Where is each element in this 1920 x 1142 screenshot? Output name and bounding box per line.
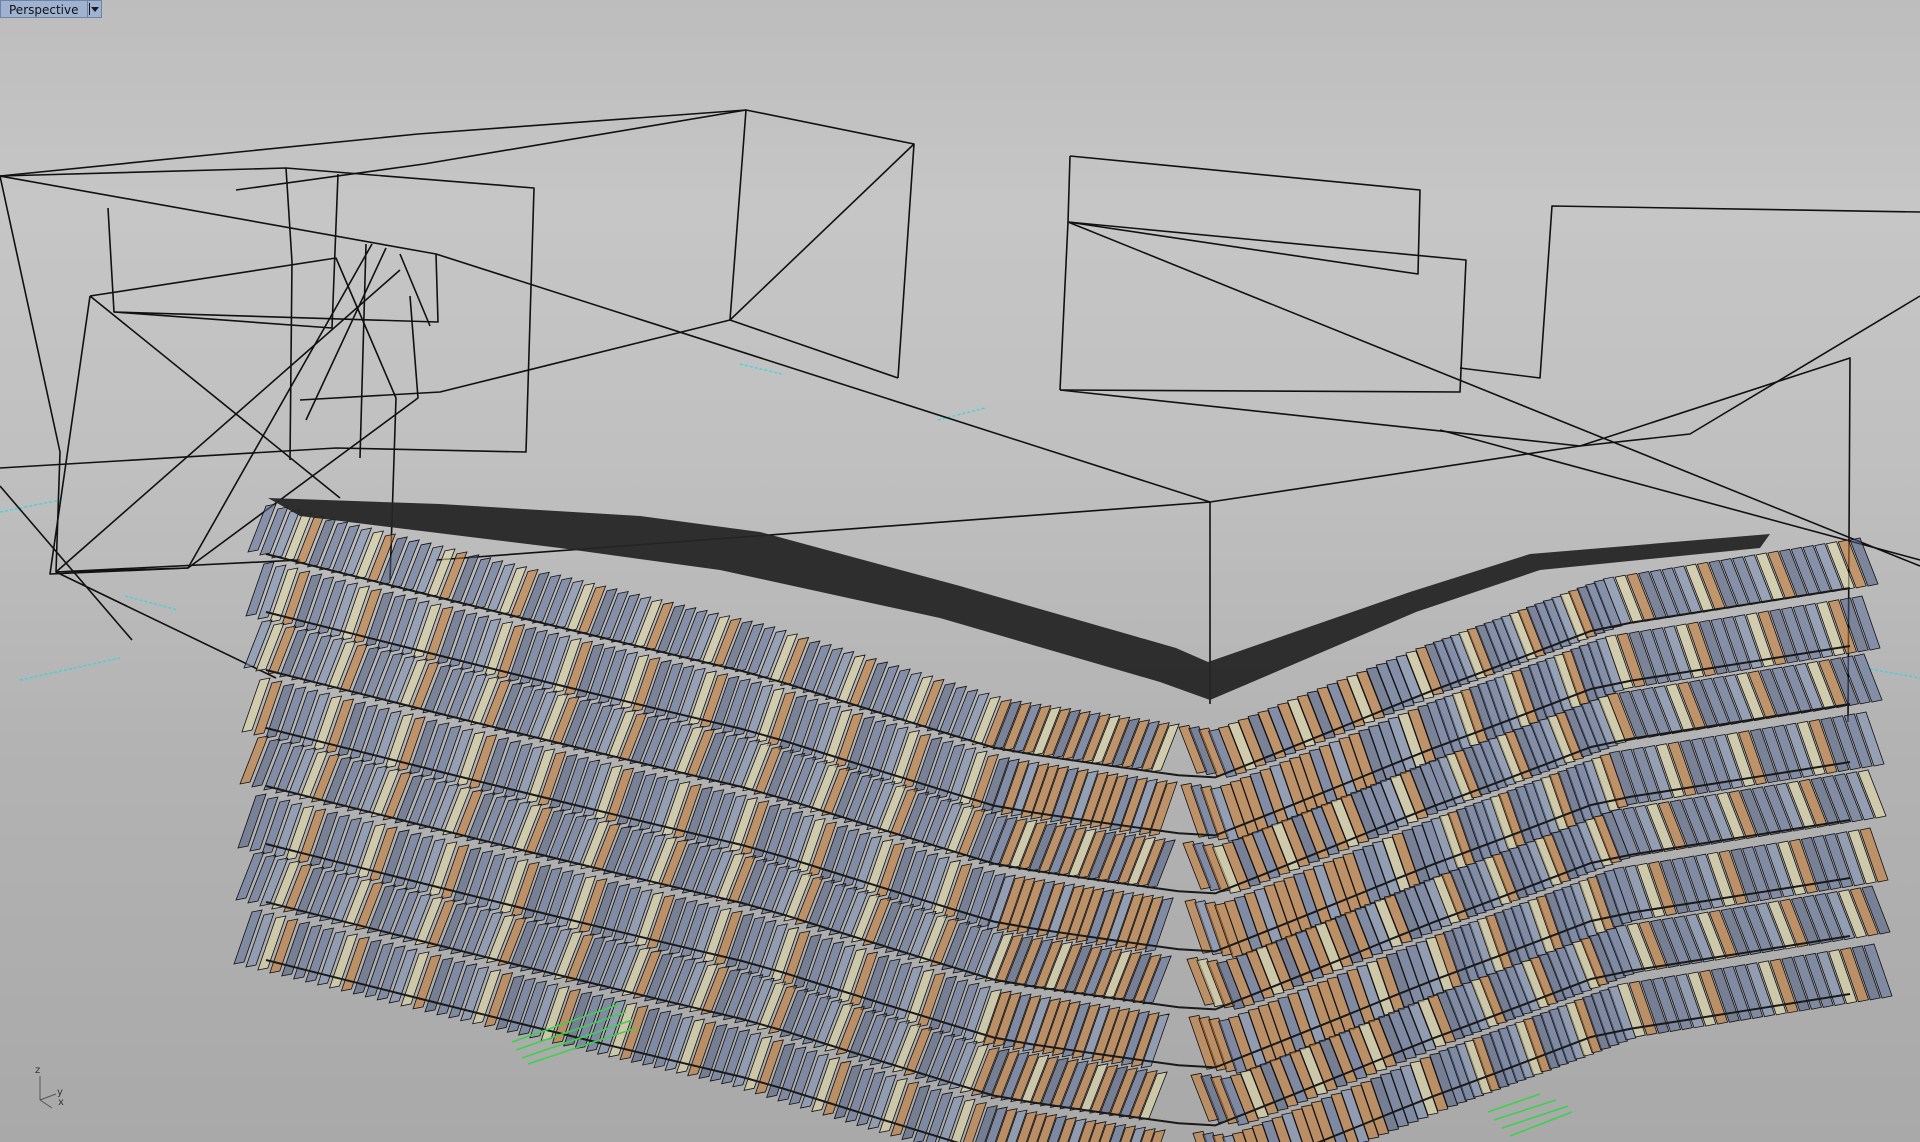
perspective-viewport[interactable]: Perspective z y x — [0, 0, 1920, 1142]
axis-label-x: x — [58, 1097, 64, 1108]
axis-label-z: z — [35, 1065, 41, 1076]
viewport-title-tab[interactable]: Perspective — [0, 0, 102, 18]
fin-facade-geometry[interactable] — [233, 503, 1893, 1142]
world-axes-icon: z y x — [32, 1066, 72, 1110]
dropdown-arrow-icon[interactable] — [87, 0, 102, 18]
scene-canvas[interactable] — [0, 0, 1920, 1142]
viewport-title-label[interactable]: Perspective — [0, 0, 88, 18]
